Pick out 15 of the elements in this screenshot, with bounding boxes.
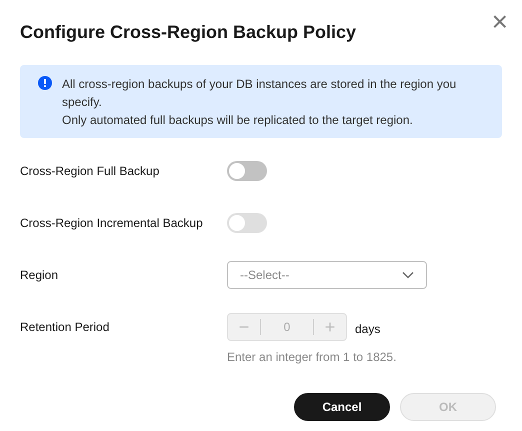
close-button[interactable]: × (486, 8, 514, 36)
dialog-title: Configure Cross-Region Backup Policy (20, 21, 358, 44)
field-label: Cross-Region Incremental Backup (20, 215, 204, 232)
chevron-down-icon (402, 271, 414, 279)
notice-text: Only automated full backups will be replicated to the target region. (62, 112, 414, 129)
unit-label: days (355, 322, 380, 336)
region-select[interactable]: --Select-- (227, 261, 427, 289)
info-icon (38, 76, 52, 90)
toggle-switch[interactable] (227, 161, 267, 181)
field-label: Cross-Region Full Backup (20, 163, 160, 180)
field-label: Retention Period (20, 319, 110, 336)
notice-text: All cross-region backups of your DB instances are stored in the region you specify. (62, 76, 458, 111)
field-label: Region (20, 267, 60, 284)
hint-text: Enter an integer from 1 to 1825. (227, 350, 398, 364)
cancel-button[interactable]: Cancel (294, 393, 390, 421)
